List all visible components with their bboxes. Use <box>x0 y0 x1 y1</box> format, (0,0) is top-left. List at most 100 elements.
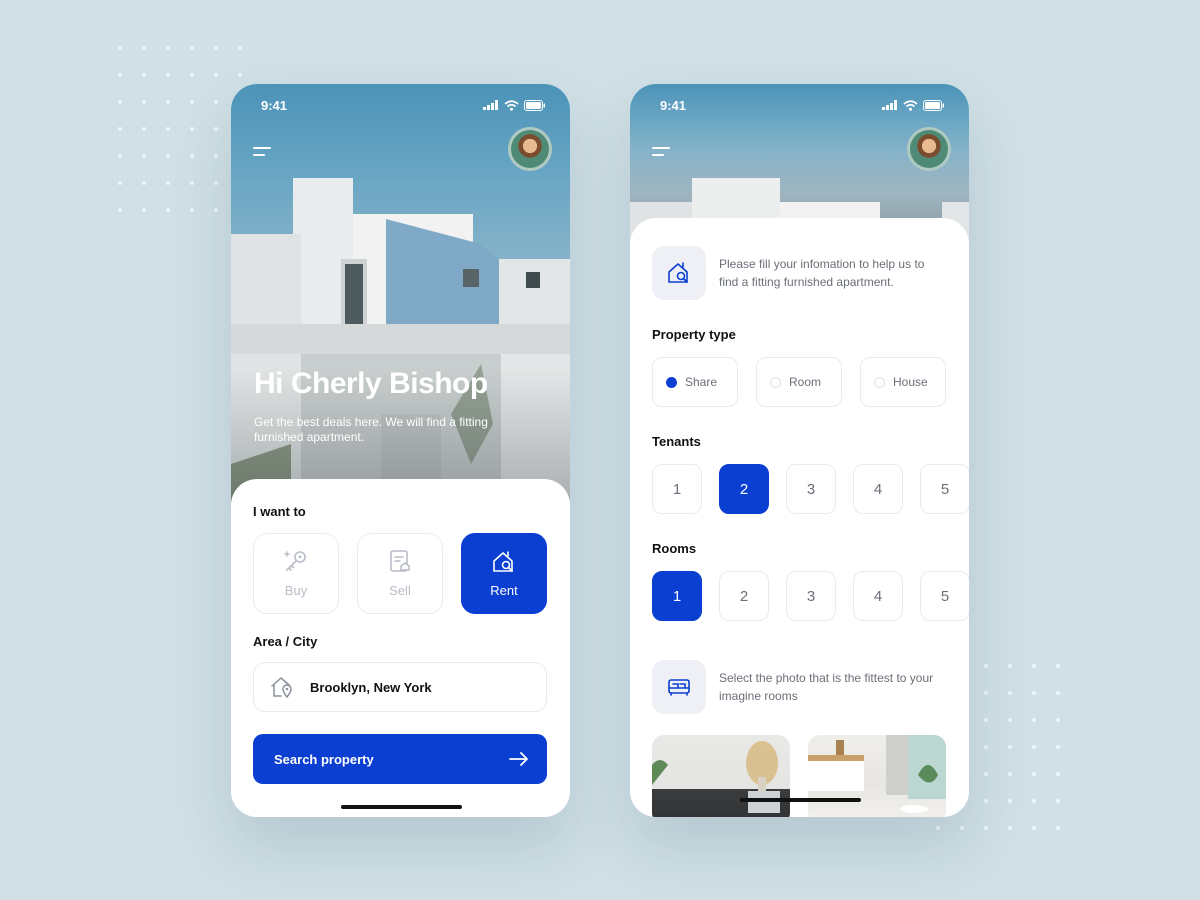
search-property-label: Search property <box>274 751 374 767</box>
decorative-dot <box>1032 745 1036 749</box>
rooms-option[interactable]: 2 <box>719 571 769 621</box>
area-label: Area / City <box>253 634 318 649</box>
property-type-label-room: Room <box>789 375 822 389</box>
decorative-dot <box>1032 718 1036 722</box>
decorative-dot <box>1008 745 1012 749</box>
property-type-share[interactable]: Share <box>652 357 738 407</box>
battery-icon <box>524 99 545 111</box>
tenants-option[interactable]: 4 <box>853 464 903 514</box>
home-screen: 9:41 Hi Cherly Bishop Get the best deals… <box>231 84 570 817</box>
greeting-title: Hi Cherly Bishop <box>254 367 488 400</box>
signal-icon <box>483 100 498 110</box>
decorative-dot <box>142 181 146 185</box>
buy-option-button[interactable]: Buy <box>253 533 339 614</box>
decorative-dot <box>142 73 146 77</box>
want-label: I want to <box>253 504 306 519</box>
rooms-option[interactable]: 3 <box>786 571 836 621</box>
decorative-dot <box>142 127 146 131</box>
search-property-button[interactable]: Search property <box>253 734 547 784</box>
menu-icon[interactable] <box>652 147 670 159</box>
preferences-screen: 9:41 Please fill your infomation to help… <box>630 84 969 817</box>
decorative-dot <box>166 73 170 77</box>
decorative-dot <box>1056 799 1060 803</box>
decorative-dot <box>214 46 218 50</box>
bed-icon <box>668 679 690 696</box>
decorative-dot <box>214 154 218 158</box>
decorative-dot <box>960 826 964 830</box>
home-location-icon <box>271 677 292 699</box>
decorative-dot <box>190 100 194 104</box>
home-indicator <box>740 798 861 802</box>
rooms-option[interactable]: 4 <box>853 571 903 621</box>
decorative-dot <box>1032 799 1036 803</box>
room-photo[interactable] <box>808 735 946 817</box>
property-type-room[interactable]: Room <box>756 357 842 407</box>
avatar[interactable] <box>907 127 951 171</box>
room-photo-illustration <box>808 735 946 813</box>
key-icon <box>284 551 306 571</box>
decorative-dot <box>118 73 122 77</box>
decorative-dot <box>118 100 122 104</box>
rooms-option[interactable]: 5 <box>920 571 969 621</box>
status-time: 9:41 <box>660 97 687 113</box>
wifi-icon <box>903 99 918 111</box>
info-text: Please fill your infomation to help us t… <box>719 257 925 289</box>
wifi-icon <box>504 99 519 111</box>
decorative-dot <box>166 127 170 131</box>
avatar[interactable] <box>508 127 552 171</box>
home-indicator <box>341 805 462 809</box>
rooms-label: Rooms <box>652 541 697 556</box>
menu-icon[interactable] <box>253 147 271 159</box>
decorative-dot <box>214 181 218 185</box>
decorative-dot <box>1056 745 1060 749</box>
sell-option-button[interactable]: Sell <box>357 533 443 614</box>
decorative-dot <box>118 127 122 131</box>
decorative-dot <box>936 826 940 830</box>
decorative-dot <box>984 799 988 803</box>
greeting-subtitle: Get the best deals here. We will find a … <box>254 415 488 444</box>
decorative-dot <box>1056 664 1060 668</box>
rent-option-button[interactable]: Rent <box>461 533 547 614</box>
tenants-option[interactable]: 1 <box>652 464 702 514</box>
decorative-dot <box>118 154 122 158</box>
decorative-dot <box>984 745 988 749</box>
room-photo[interactable] <box>652 735 790 817</box>
battery-icon <box>923 99 944 111</box>
decorative-dot <box>142 100 146 104</box>
decorative-dot <box>214 100 218 104</box>
decorative-dot <box>142 154 146 158</box>
decorative-dot <box>238 73 242 77</box>
decorative-dot <box>1056 772 1060 776</box>
decorative-dot <box>190 208 194 212</box>
radio-unselected <box>874 376 885 388</box>
decorative-dot <box>984 718 988 722</box>
decorative-dot <box>1008 772 1012 776</box>
tenants-option[interactable]: 3 <box>786 464 836 514</box>
decorative-dot <box>214 73 218 77</box>
arrow-right-icon <box>509 752 528 766</box>
decorative-dot <box>190 127 194 131</box>
property-type-house[interactable]: House <box>860 357 946 407</box>
decorative-dot <box>1032 826 1036 830</box>
rooms-option-selected[interactable]: 1 <box>652 571 702 621</box>
status-bar: 9:41 <box>660 96 945 114</box>
tenants-option-selected[interactable]: 2 <box>719 464 769 514</box>
decorative-dot <box>1008 826 1012 830</box>
room-photo-illustration <box>652 741 780 813</box>
decorative-dot <box>238 46 242 50</box>
decorative-dot <box>190 46 194 50</box>
decorative-dot <box>190 154 194 158</box>
radio-unselected <box>770 376 781 388</box>
property-type-label-house: House <box>893 375 928 389</box>
tenants-option[interactable]: 5 <box>920 464 969 514</box>
radio-selected <box>666 376 677 388</box>
decorative-dot <box>1032 664 1036 668</box>
status-time: 9:41 <box>261 97 288 113</box>
decorative-dot <box>1008 664 1012 668</box>
preferences-sheet: Please fill your infomation to help us t… <box>630 218 969 817</box>
buy-option-label: Buy <box>284 583 308 598</box>
bed-icon-box <box>652 660 706 714</box>
city-input[interactable]: Brooklyn, New York <box>253 662 547 712</box>
city-value: Brooklyn, New York <box>310 679 432 695</box>
decorative-dot <box>190 181 194 185</box>
